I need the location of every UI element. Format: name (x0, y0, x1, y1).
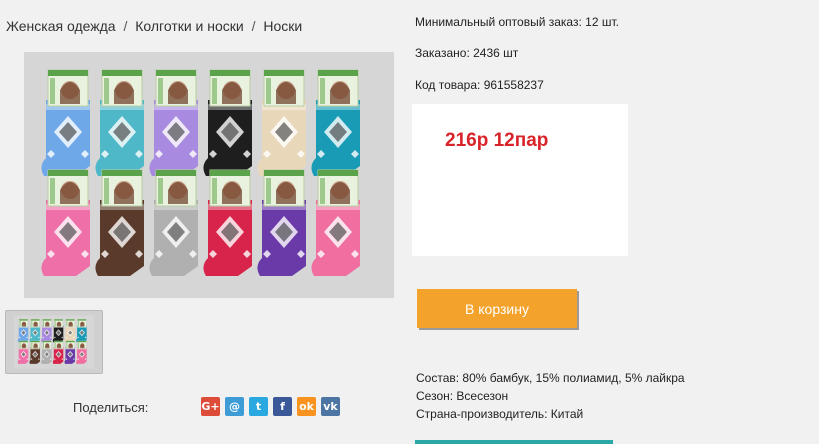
bottom-button-edge[interactable] (415, 440, 613, 444)
breadcrumb-separator: / (251, 18, 256, 34)
sock-pair (41, 319, 52, 343)
sock-pair (257, 69, 306, 176)
sock-pair (41, 169, 90, 276)
twitter-icon[interactable]: t (249, 397, 268, 416)
price-box: 216р 12пар (412, 104, 628, 256)
ordered-count-text: Заказано: 2436 шт (415, 46, 519, 60)
sock-pair (203, 69, 252, 176)
breadcrumb-link-womens-clothing[interactable]: Женская одежда (6, 18, 116, 34)
sock-pair (64, 340, 75, 364)
breadcrumb: Женская одежда / Колготки и носки / Носк… (6, 18, 302, 34)
product-code-text: Код товара: 961558237 (415, 78, 544, 92)
spec-composition: Состав: 80% бамбук, 15% полиамид, 5% лай… (416, 371, 685, 385)
sock-pair (149, 69, 198, 176)
vk-icon[interactable]: vk (321, 397, 340, 416)
add-to-cart-button[interactable]: В корзину (417, 289, 577, 328)
facebook-icon[interactable]: f (273, 397, 292, 416)
sock-pair (52, 340, 64, 364)
sock-pair (29, 340, 40, 364)
sock-pair (257, 169, 306, 276)
sock-pair (41, 69, 90, 176)
sock-pair (52, 319, 64, 343)
sock-pair (311, 69, 360, 176)
product-main-image[interactable] (24, 52, 394, 298)
odnoklassniki-icon[interactable]: ok (297, 397, 316, 416)
share-label: Поделиться: (73, 400, 149, 415)
thumbnail-photo-socks (14, 315, 94, 369)
min-order-text: Минимальный оптовый заказ: 12 шт. (415, 15, 619, 29)
sock-pair (29, 319, 40, 343)
sock-pair (41, 340, 52, 364)
breadcrumb-link-tights-socks[interactable]: Колготки и носки (135, 18, 244, 34)
sock-pair (149, 169, 198, 276)
email-icon[interactable]: @ (225, 397, 244, 416)
sock-pair (95, 69, 144, 176)
spec-season: Сезон: Всесезон (416, 389, 509, 403)
product-photo-socks (24, 52, 394, 298)
sock-pair (17, 319, 29, 343)
google-plus-icon[interactable]: G+ (201, 397, 220, 416)
price-text: 216р 12пар (445, 130, 549, 151)
sock-pair (311, 169, 360, 276)
product-thumbnail[interactable] (5, 310, 103, 374)
breadcrumb-separator: / (123, 18, 128, 34)
sock-pair (76, 340, 87, 364)
sock-pair (203, 169, 252, 276)
sock-pair (76, 319, 87, 343)
sock-pair (95, 169, 144, 276)
sock-pair (17, 340, 29, 364)
sock-pair (64, 319, 75, 343)
spec-country: Страна-производитель: Китай (416, 407, 584, 421)
share-icons: G+ @ t f ok vk (201, 397, 340, 416)
breadcrumb-link-socks[interactable]: Носки (263, 18, 302, 34)
